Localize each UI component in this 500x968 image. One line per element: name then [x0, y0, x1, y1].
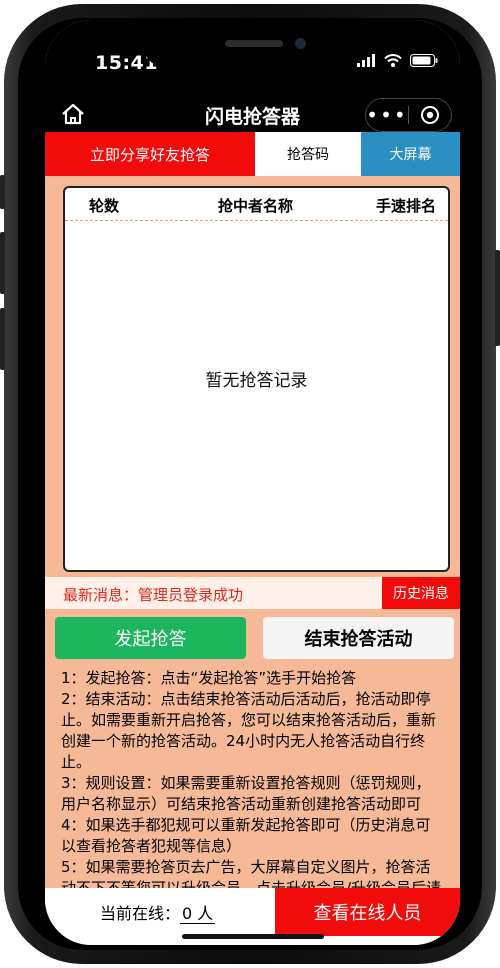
- big-screen-tab[interactable]: 大屏幕: [361, 132, 460, 176]
- answer-code-tab[interactable]: 抢答码: [255, 132, 361, 176]
- top-tab-bar: 立即分享好友抢答 抢答码 大屏幕: [45, 132, 460, 176]
- close-miniprogram-icon[interactable]: [409, 105, 451, 125]
- column-header-winner: 抢中者名称: [218, 197, 294, 215]
- rule-item: 2：结束活动：点击结束抢答活动后活动后，抢活动即停止。如需要重新开启抢答，您可以…: [61, 690, 437, 771]
- latest-news-text: 最新消息：管理员登录成功: [63, 586, 244, 604]
- speaker-grille: [225, 40, 283, 47]
- home-indicator: [182, 934, 324, 939]
- online-count-label: 当前在线： 0 人: [100, 900, 216, 924]
- history-messages-button[interactable]: 历史消息: [382, 577, 460, 609]
- online-label-text: 当前在线：: [100, 904, 181, 923]
- battery-icon: [410, 54, 438, 67]
- wifi-icon: [384, 54, 402, 67]
- miniprogram-capsule: •••: [365, 98, 452, 132]
- end-quiz-button[interactable]: 结束抢答活动: [263, 617, 454, 659]
- power-button: [495, 250, 500, 346]
- mute-switch: [0, 175, 5, 209]
- more-icon[interactable]: •••: [366, 105, 408, 125]
- status-bar: 15:41: [45, 20, 460, 90]
- rule-item: 1：发起抢答：点击“发起抢答”选手开始抢答: [61, 669, 357, 687]
- front-camera: [295, 38, 306, 49]
- rules-list: 1：发起抢答：点击“发起抢答”选手开始抢答 2：结束活动：点击结束抢答活动后活动…: [61, 668, 445, 899]
- volume-up-button: [0, 232, 5, 294]
- online-count-value: 0 人: [180, 904, 216, 924]
- start-quiz-button[interactable]: 发起抢答: [55, 617, 246, 659]
- share-friends-tab[interactable]: 立即分享好友抢答: [45, 132, 255, 176]
- rule-item: 4：如果选手都犯规可以重新发起抢答即可（历史消息可以查看抢答者犯规等信息）: [61, 816, 431, 855]
- table-header: 轮数 抢中者名称 手速排名: [65, 188, 448, 221]
- column-header-speed-rank: 手速排名: [376, 197, 437, 215]
- column-header-round: 轮数: [89, 197, 120, 215]
- notch: [143, 20, 362, 68]
- rule-item: 3：规则设置：如果需要重新设置抢答规则（惩罚规则，用户名称显示）可结束抢答活动重…: [61, 774, 431, 813]
- signal-icon: [357, 54, 375, 67]
- view-online-users-button[interactable]: 查看在线人员: [275, 888, 460, 936]
- app-screen: 15:41 闪电抢答器 ••• 立即分享好友抢答 抢答码 大屏幕 轮数 抢中者名…: [45, 20, 460, 945]
- status-icons: [357, 54, 438, 67]
- volume-down-button: [0, 308, 5, 370]
- news-bar: 最新消息：管理员登录成功 历史消息: [45, 577, 460, 609]
- empty-records-message: 暂无抢答记录: [205, 371, 308, 391]
- records-table: 轮数 抢中者名称 手速排名 暂无抢答记录: [63, 186, 450, 572]
